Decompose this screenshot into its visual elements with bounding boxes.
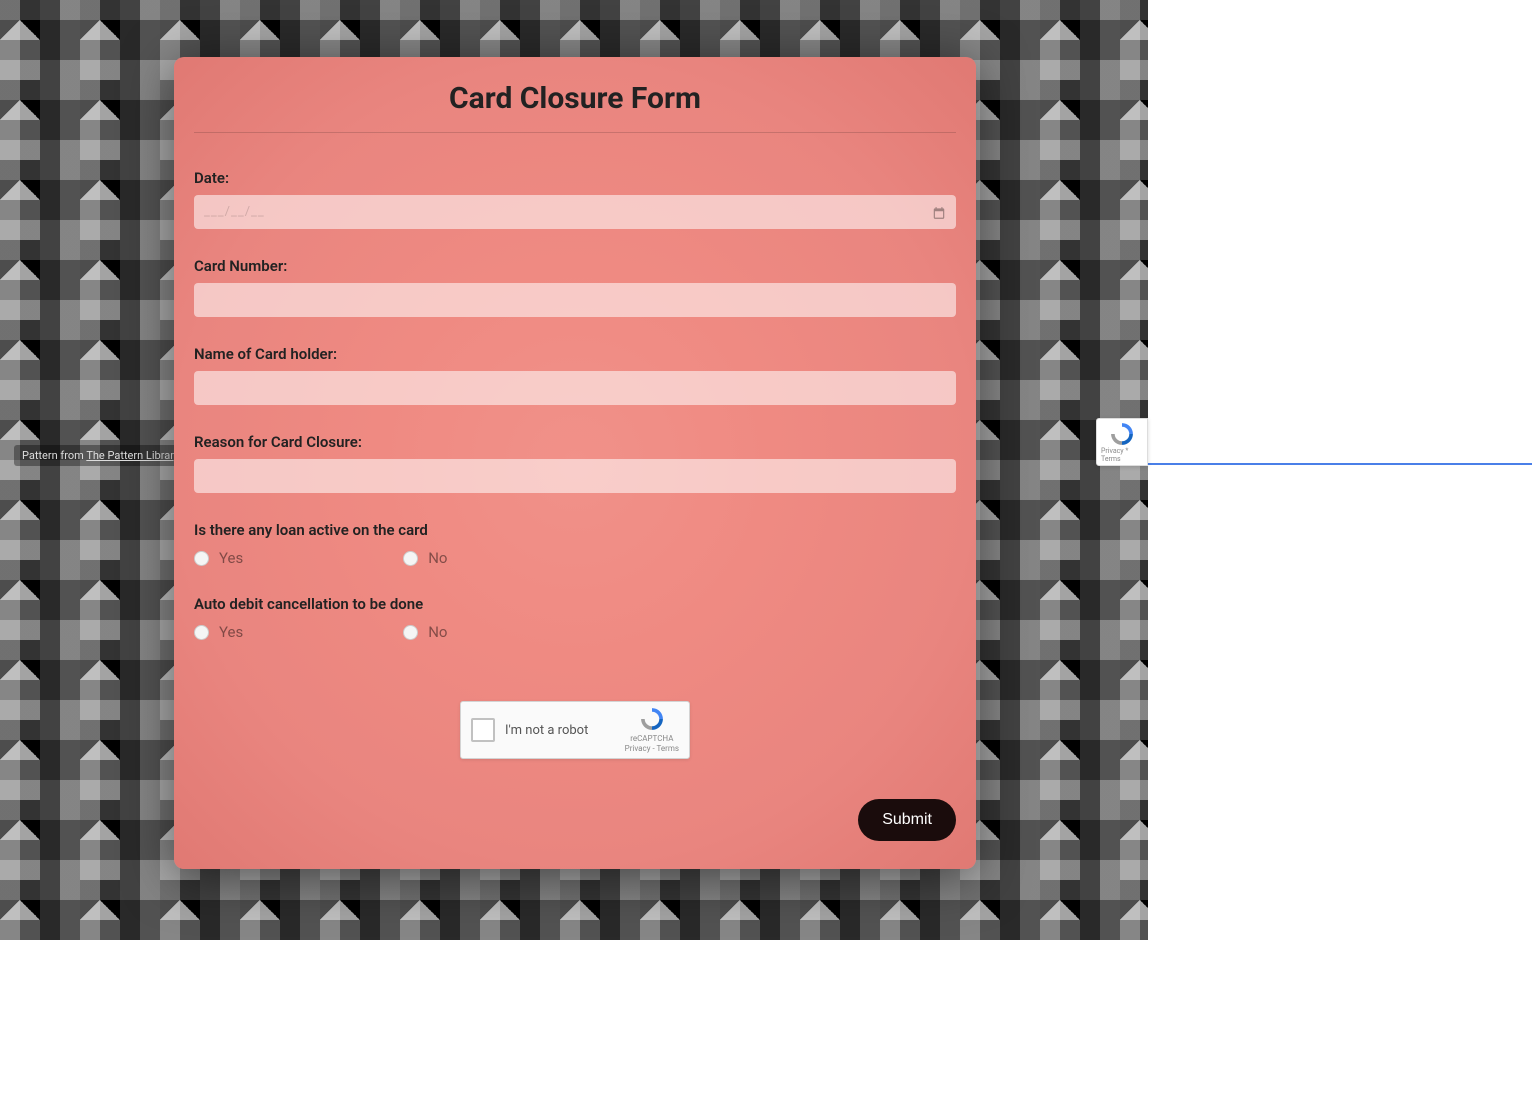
pattern-credit-link[interactable]: The Pattern Library (86, 449, 179, 462)
loan-active-no-radio[interactable] (403, 551, 418, 566)
reason-field: Reason for Card Closure: (194, 433, 956, 493)
form-title: Card Closure Form (194, 73, 956, 133)
recaptcha-badge-links[interactable]: Privacy * Terms (1101, 447, 1143, 463)
loan-active-no-label: No (428, 549, 447, 567)
loan-active-yes-option[interactable]: Yes (194, 549, 243, 567)
loan-active-question: Is there any loan active on the card (194, 521, 956, 539)
auto-debit-no-option[interactable]: No (403, 623, 447, 641)
card-number-label: Card Number: (194, 257, 956, 275)
blue-divider-line (1148, 463, 1532, 465)
recaptcha-links[interactable]: Privacy - Terms (625, 744, 679, 754)
card-number-field: Card Number: (194, 257, 956, 317)
date-field: Date: ___/__/__ (194, 169, 956, 229)
auto-debit-no-label: No (428, 623, 447, 641)
auto-debit-yes-option[interactable]: Yes (194, 623, 243, 641)
reason-input[interactable] (194, 459, 956, 493)
recaptcha-checkbox[interactable] (471, 718, 495, 742)
auto-debit-question: Auto debit cancellation to be done (194, 595, 956, 613)
recaptcha-label: I'm not a robot (505, 723, 625, 738)
loan-active-no-option[interactable]: No (403, 549, 447, 567)
recaptcha-floating-badge[interactable]: Privacy * Terms (1096, 418, 1148, 466)
pattern-credit: Pattern from The Pattern Library (14, 445, 187, 466)
recaptcha-brand: reCAPTCHA (625, 734, 679, 744)
card-number-input[interactable] (194, 283, 956, 317)
card-holder-field: Name of Card holder: (194, 345, 956, 405)
card-holder-label: Name of Card holder: (194, 345, 956, 363)
loan-active-group: Is there any loan active on the card Yes… (194, 521, 956, 567)
date-label: Date: (194, 169, 956, 187)
recaptcha-badge-icon (1109, 421, 1135, 447)
loan-active-yes-label: Yes (219, 549, 243, 567)
date-input[interactable] (194, 195, 956, 229)
loan-active-yes-radio[interactable] (194, 551, 209, 566)
auto-debit-group: Auto debit cancellation to be done Yes N… (194, 595, 956, 641)
auto-debit-no-radio[interactable] (403, 625, 418, 640)
reason-label: Reason for Card Closure: (194, 433, 956, 451)
submit-button[interactable]: Submit (858, 799, 956, 841)
pattern-credit-prefix: Pattern from (22, 449, 86, 462)
card-holder-input[interactable] (194, 371, 956, 405)
auto-debit-yes-radio[interactable] (194, 625, 209, 640)
recaptcha-logo: reCAPTCHA Privacy - Terms (625, 706, 679, 755)
auto-debit-yes-label: Yes (219, 623, 243, 641)
recaptcha-widget[interactable]: I'm not a robot reCAPTCHA Privacy - Term… (460, 701, 690, 759)
card-closure-form: Card Closure Form Date: ___/__/__ Card N… (174, 57, 976, 869)
recaptcha-icon (639, 706, 665, 732)
